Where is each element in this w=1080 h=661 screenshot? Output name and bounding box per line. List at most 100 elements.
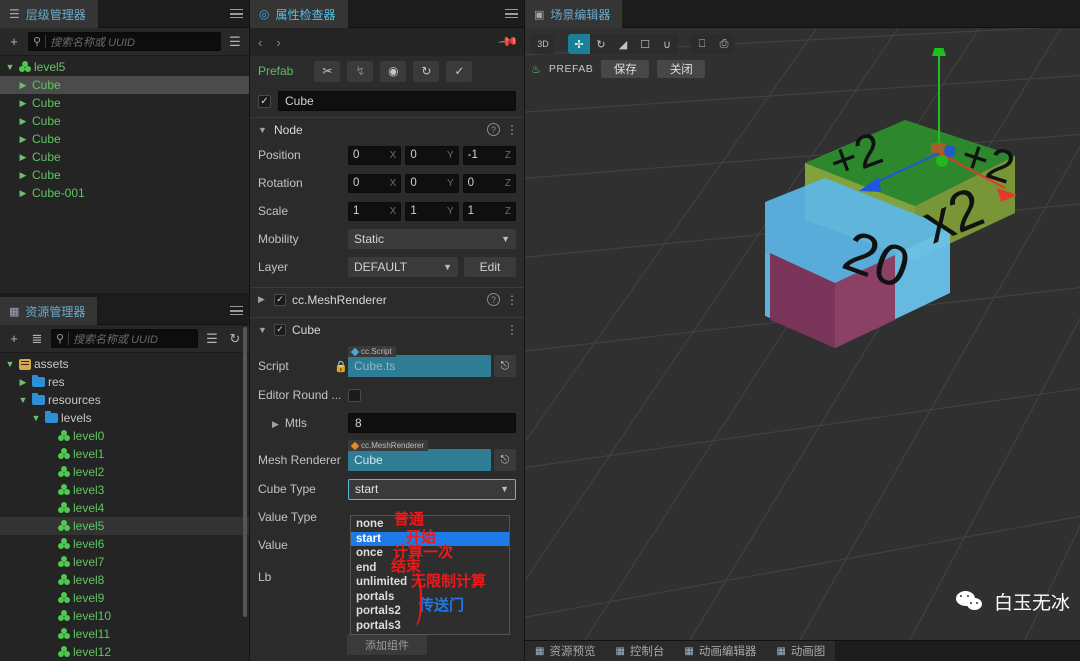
pin-icon[interactable]: 📌 xyxy=(497,31,519,54)
script-value[interactable]: Cube.ts xyxy=(348,355,491,377)
revert-prefab-button[interactable]: ↻ xyxy=(413,60,440,82)
asset-node-item[interactable]: ▶ level9 xyxy=(0,589,249,607)
hierarchy-menu-button[interactable] xyxy=(223,0,249,27)
scale-x-input[interactable]: 1X xyxy=(348,201,402,221)
add-node-icon[interactable]: + xyxy=(5,32,23,52)
prefab-close-button[interactable]: 关闭 xyxy=(657,60,706,78)
hierarchy-node-item[interactable]: ▶ Cube xyxy=(0,166,249,184)
chevron-right-icon[interactable]: ▶ xyxy=(17,188,29,199)
chevron-down-icon[interactable]: ▼ xyxy=(4,359,16,369)
add-component-button[interactable]: 添加组件 xyxy=(347,634,427,655)
position-x-input[interactable]: 0X xyxy=(348,145,402,165)
chevron-right-icon[interactable]: ▶ xyxy=(17,152,29,163)
asset-pick-icon[interactable]: ⎋ xyxy=(494,449,516,471)
cube-type-option[interactable]: start xyxy=(351,531,509,546)
rect-tool-button[interactable]: ☐ xyxy=(634,34,656,54)
asset-node-item[interactable]: ▶ level4 xyxy=(0,499,249,517)
asset-node-item[interactable]: ▶ level10 xyxy=(0,607,249,625)
sort-icon[interactable]: ≣ xyxy=(28,329,46,349)
help-icon[interactable]: ? xyxy=(487,293,500,306)
meshrenderer-section-header[interactable]: ▶ ✓ cc.MeshRenderer ? ⋮ xyxy=(250,287,524,311)
hierarchy-node-item[interactable]: ▶ Cube-001 xyxy=(0,184,249,202)
asset-node-item[interactable]: ▼ resources xyxy=(0,391,249,409)
hierarchy-tree[interactable]: ▼ level5 ▶ Cube ▶ Cube ▶ Cube ▶ Cube ▶ Cube ▶ Cube ▶ Cu… xyxy=(0,56,249,293)
layer-edit-button[interactable]: Edit xyxy=(464,257,516,277)
scene-bottom-tabs[interactable]: ▦ 资源预览 ▦ 控制台 ▦ 动画编辑器 ▦ 动画图 xyxy=(525,640,1080,661)
mesh-renderer-value[interactable]: Cube xyxy=(348,449,491,471)
chevron-right-icon[interactable]: ▶ xyxy=(17,80,29,91)
scene-bottom-tab[interactable]: ▦ 动画图 xyxy=(766,641,836,661)
scale-tool-button[interactable]: ◢ xyxy=(612,34,634,54)
pivot-toggle-button[interactable]: ⎕ xyxy=(691,34,713,54)
chevron-left-icon[interactable]: ‹ xyxy=(258,35,262,50)
list-filter-icon[interactable]: ☰ xyxy=(226,32,244,52)
node-enabled-checkbox[interactable]: ✓ xyxy=(258,94,271,108)
chevron-right-icon[interactable]: › xyxy=(276,35,280,50)
scene-bottom-tab[interactable]: ▦ 控制台 xyxy=(605,641,675,661)
hierarchy-node-item[interactable]: ▶ Cube xyxy=(0,112,249,130)
scene-viewport[interactable]: +2 +2 20 x2 3D ✢ ↻ ◢ ☐ ∪ ⎕ ⎙ ♨ PREFAB 保存… xyxy=(525,28,1080,640)
assets-scrollbar[interactable] xyxy=(243,327,247,617)
tab-assets[interactable]: ▦ 资源管理器 xyxy=(0,297,98,325)
rotation-y-input[interactable]: 0Y xyxy=(405,173,459,193)
scene-bottom-tab[interactable]: ▦ 动画编辑器 xyxy=(674,641,767,661)
mobility-select[interactable]: Static ▼ xyxy=(348,229,516,249)
assets-menu-button[interactable] xyxy=(223,297,249,324)
chevron-right-icon[interactable]: ▶ xyxy=(17,377,29,388)
cube-enabled-checkbox[interactable]: ✓ xyxy=(274,323,286,336)
assets-search-input[interactable]: ⚲ 搜索名称或 UUID xyxy=(51,329,198,348)
hierarchy-node-item[interactable]: ▶ Cube xyxy=(0,94,249,112)
kebab-icon[interactable]: ⋮ xyxy=(506,323,518,337)
asset-node-item[interactable]: ▶ level8 xyxy=(0,571,249,589)
mtls-value-input[interactable]: 8 xyxy=(348,413,516,433)
tab-scene[interactable]: ▣ 场景编辑器 xyxy=(525,0,623,28)
hierarchy-node-item[interactable]: ▶ Cube xyxy=(0,76,249,94)
apply-prefab-button[interactable]: ✓ xyxy=(446,60,473,82)
chevron-right-icon[interactable]: ▶ xyxy=(272,419,279,429)
asset-node-item[interactable]: ▼ levels xyxy=(0,409,249,427)
scale-y-input[interactable]: 1Y xyxy=(405,201,459,221)
asset-node-item[interactable]: ▶ level7 xyxy=(0,553,249,571)
cube-object[interactable]: +2 +2 20 x2 xyxy=(765,48,1080,378)
editor-round-checkbox[interactable] xyxy=(348,388,361,402)
node-name-input[interactable]: Cube xyxy=(278,91,516,111)
asset-node-item[interactable]: ▶ level11 xyxy=(0,625,249,643)
unlink-prefab-button[interactable]: ↯ xyxy=(347,60,374,82)
chevron-down-icon[interactable]: ▼ xyxy=(4,62,16,72)
asset-node-item[interactable]: ▶ level0 xyxy=(0,427,249,445)
hierarchy-search-input[interactable]: ⚲ 搜索名称或 UUID xyxy=(28,32,221,51)
kebab-icon[interactable]: ⋮ xyxy=(506,123,518,137)
move-tool-button[interactable]: ✢ xyxy=(568,34,590,54)
cube-type-option[interactable]: portals3 xyxy=(351,619,509,634)
asset-node-item[interactable]: ▶ level5 xyxy=(0,517,249,535)
cube-type-option[interactable]: once xyxy=(351,546,509,561)
asset-node-item[interactable]: ▶ level12 xyxy=(0,643,249,661)
position-z-input[interactable]: -1 Z xyxy=(462,145,516,165)
rotate-tool-button[interactable]: ↻ xyxy=(590,34,612,54)
inspector-menu-button[interactable] xyxy=(498,0,524,27)
asset-node-item[interactable]: ▶ level2 xyxy=(0,463,249,481)
scene-bottom-tab[interactable]: ▦ 资源预览 xyxy=(525,641,606,661)
cube-type-option[interactable]: portals xyxy=(351,590,509,605)
add-asset-icon[interactable]: + xyxy=(5,329,23,349)
asset-node-item[interactable]: ▼ assets xyxy=(0,355,249,373)
hierarchy-node-item[interactable]: ▶ Cube xyxy=(0,148,249,166)
edit-prefab-button[interactable]: ✂ xyxy=(314,60,341,82)
cube-type-option[interactable]: none xyxy=(351,517,509,532)
coord-toggle-button[interactable]: ⎙ xyxy=(713,34,735,54)
node-section-header[interactable]: ▼ Node ? ⋮ xyxy=(250,117,524,141)
cube-type-option[interactable]: end xyxy=(351,561,509,576)
cube-type-option[interactable]: unlimited xyxy=(351,575,509,590)
prefab-save-button[interactable]: 保存 xyxy=(601,60,650,78)
cube-section-header[interactable]: ▼ ✓ Cube ⋮ xyxy=(250,317,524,341)
list-view-icon[interactable]: ☰ xyxy=(203,329,221,349)
cube-type-option[interactable]: portals2 xyxy=(351,604,509,619)
scale-z-input[interactable]: 1Z xyxy=(462,201,516,221)
asset-pick-icon[interactable]: ⎋ xyxy=(494,355,516,377)
cube-type-dropdown[interactable]: none start once end unlimited portals portals2… xyxy=(350,515,510,635)
chevron-down-icon[interactable]: ▼ xyxy=(17,395,29,405)
rotation-z-input[interactable]: 0Z xyxy=(462,173,516,193)
hierarchy-node-item[interactable]: ▶ Cube xyxy=(0,130,249,148)
refresh-icon[interactable]: ↻ xyxy=(226,329,244,349)
locate-prefab-button[interactable]: ◉ xyxy=(380,60,407,82)
